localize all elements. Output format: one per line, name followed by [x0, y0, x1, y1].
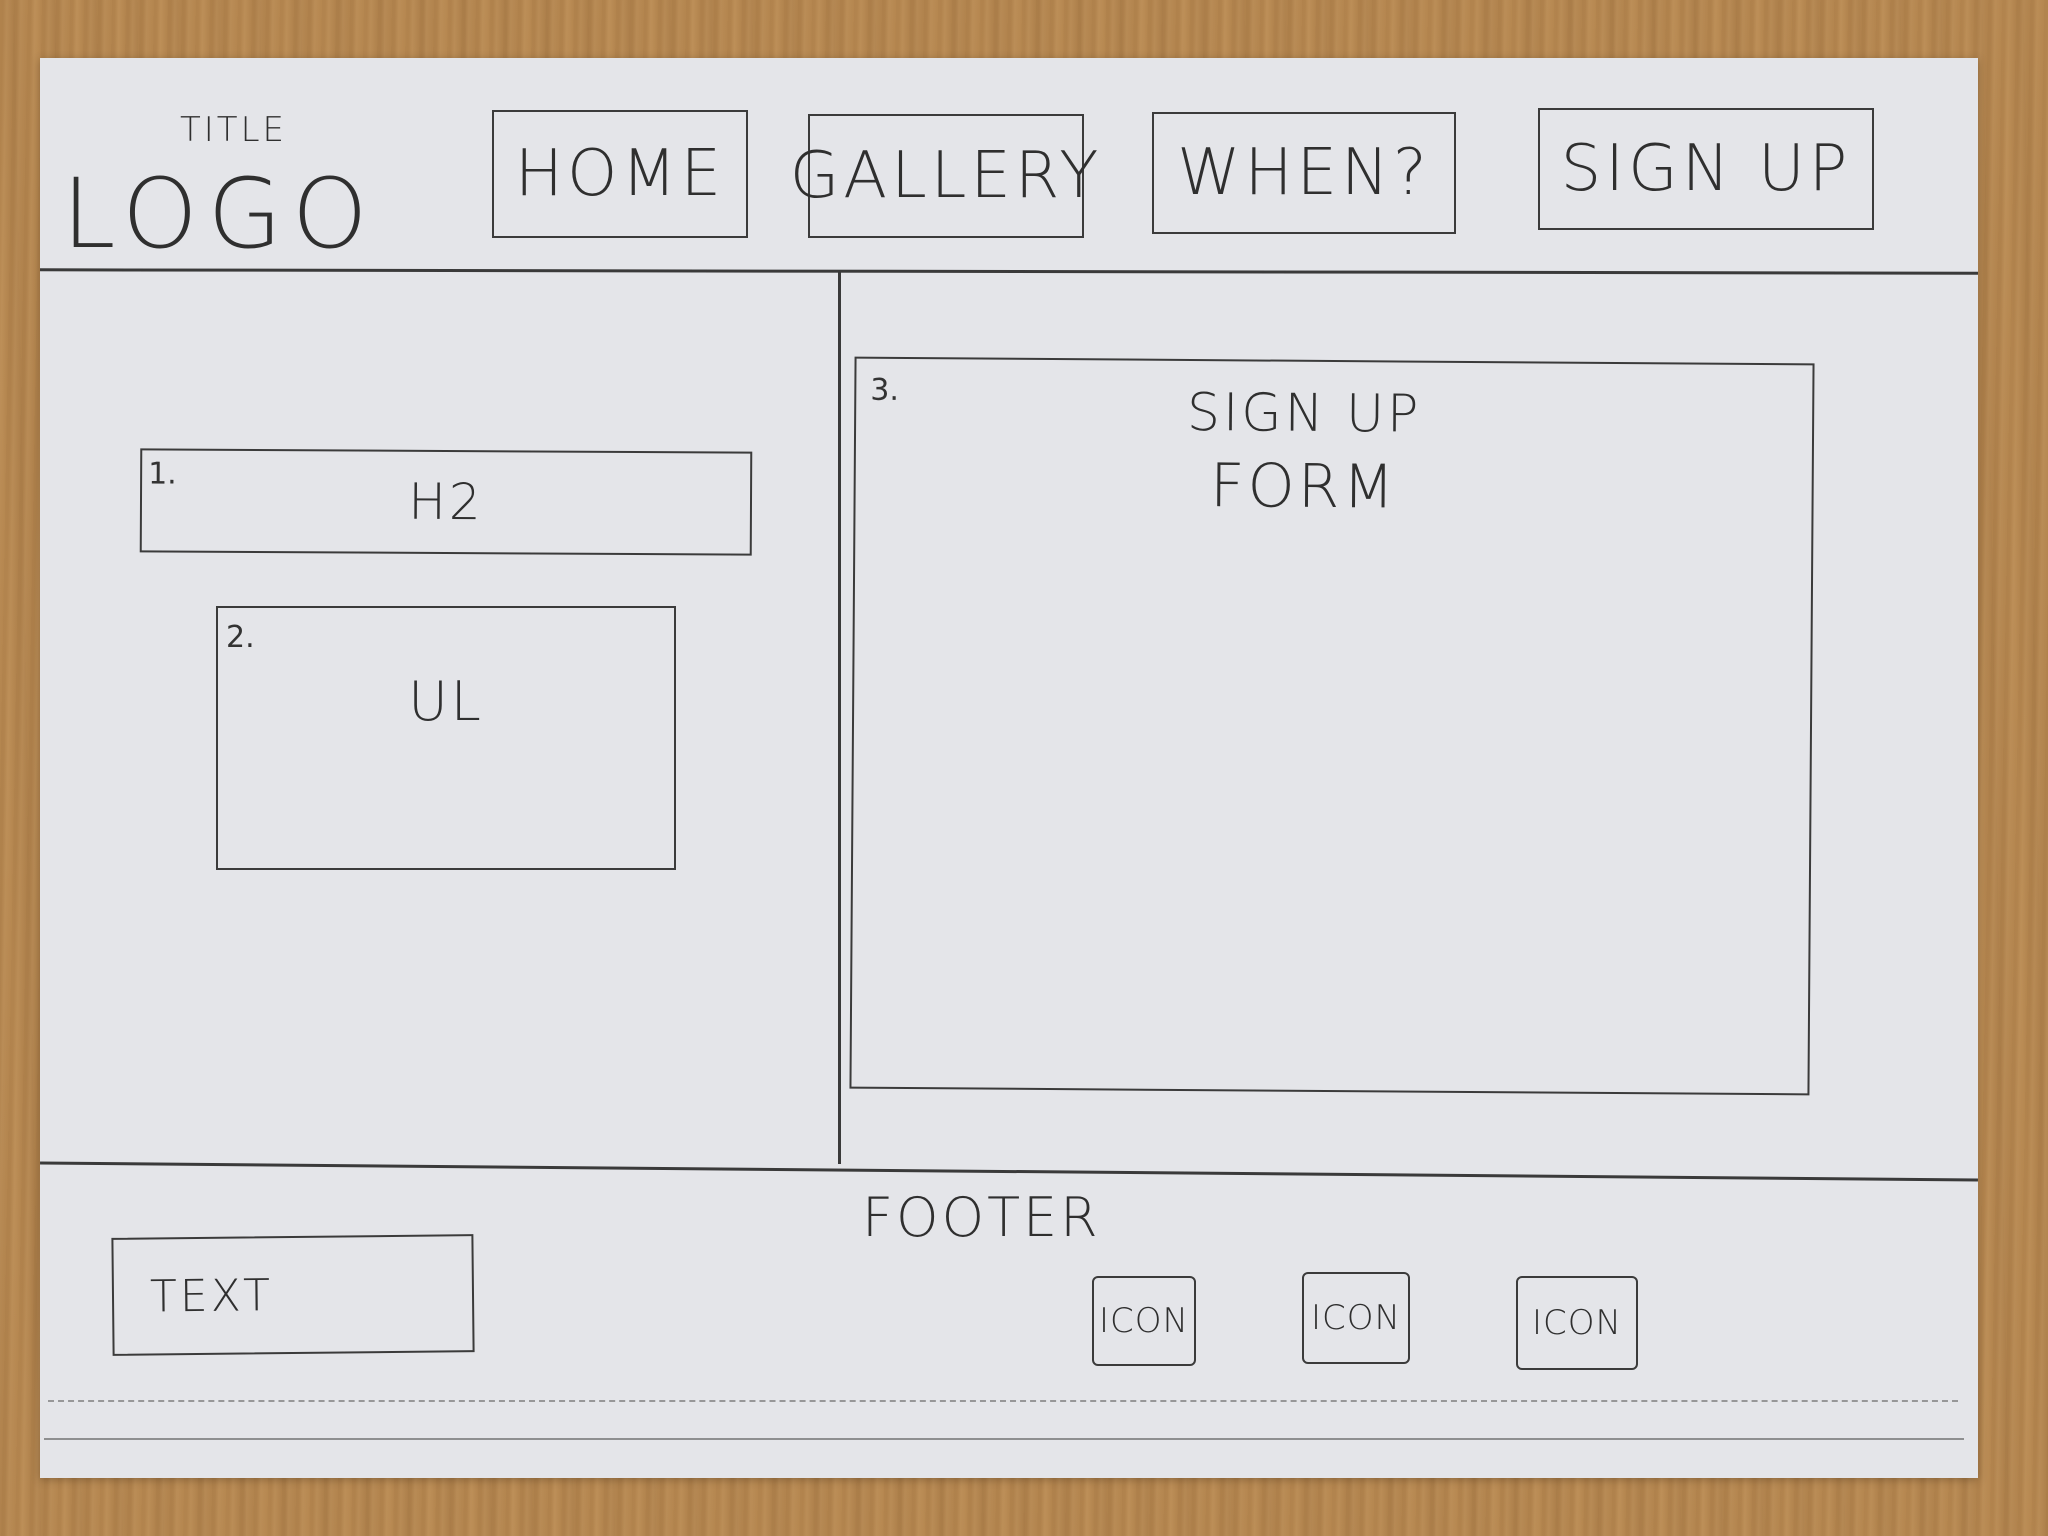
nav-gallery-button[interactable]: GALLERY	[790, 114, 1098, 238]
h2-placeholder: 1. H2	[139, 448, 753, 556]
nav-signup-label: SIGN UP	[1560, 132, 1852, 206]
footer-icon-1[interactable]: ICON	[1092, 1276, 1196, 1366]
ul-placeholder: 2. UL	[216, 606, 676, 870]
ul-label: UL	[408, 670, 484, 733]
h2-number: 1.	[148, 456, 177, 492]
wireframe-paper: TITLE LOGO HOME GALLERY WHEN? SIGN UP 1.…	[39, 58, 1979, 1478]
footer-icon-1-label: ICON	[1099, 1301, 1189, 1341]
h2-label: H2	[408, 472, 484, 532]
footer-text-box: TEXT	[111, 1234, 475, 1356]
ul-number: 2.	[226, 620, 255, 655]
footer-icon-2-label: ICON	[1311, 1298, 1401, 1338]
nav-gallery-label: GALLERY	[789, 139, 1103, 213]
form-number: 3.	[870, 372, 900, 408]
nav-when-label: WHEN?	[1177, 136, 1431, 210]
column-divider	[838, 272, 841, 1164]
header-divider	[39, 268, 1979, 275]
nav-signup-button[interactable]: SIGN UP	[1538, 108, 1874, 230]
nav-when-button[interactable]: WHEN?	[1152, 112, 1456, 234]
footer-text-label: TEXT	[149, 1269, 274, 1322]
logo: LOGO	[62, 158, 378, 270]
nav-home-button[interactable]: HOME	[492, 110, 748, 238]
bottom-edge-line	[44, 1438, 1964, 1440]
signup-form-placeholder: 3. SIGN UP FORM	[849, 356, 1815, 1096]
footer-icon-3-label: ICON	[1532, 1303, 1622, 1343]
footer-icon-3[interactable]: ICON	[1516, 1276, 1638, 1370]
footer-label: FOOTER	[862, 1186, 1101, 1249]
footer-divider	[40, 1161, 1978, 1182]
form-label-line2: FORM	[1209, 451, 1398, 523]
site-title: TITLE	[180, 110, 287, 150]
nav-home-label: HOME	[514, 137, 726, 211]
form-label-line1: SIGN UP	[1186, 382, 1422, 445]
bottom-dashed-line	[48, 1400, 1958, 1404]
footer-icon-2[interactable]: ICON	[1302, 1272, 1410, 1364]
